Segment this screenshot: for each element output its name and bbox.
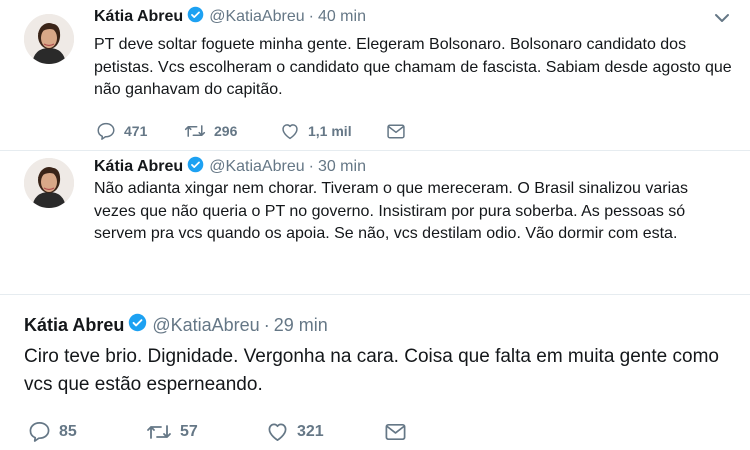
avatar[interactable] [24,158,74,208]
avatar-photo [24,14,74,64]
like-count: 321 [297,422,324,440]
separator-dot: · [308,158,314,175]
tweet-1[interactable]: Kátia Abreu @KatiaAbreu · 40 min PT deve… [0,0,750,150]
retweet-button[interactable]: 296 [184,122,280,140]
like-button[interactable]: 1,1 mil [280,122,386,140]
reply-count: 471 [124,123,148,139]
retweet-count: 57 [180,422,198,440]
reply-button[interactable]: 471 [96,122,184,140]
verified-badge-icon [187,6,204,28]
tweet-text: PT deve soltar foguete minha gente. Eleg… [94,36,732,99]
retweet-icon [147,424,171,439]
like-icon [282,124,298,140]
dm-envelope-icon [387,124,405,138]
author-name[interactable]: Kátia Abreu [24,315,124,336]
dm-button[interactable] [384,422,407,442]
reply-icon [97,122,115,140]
author-name[interactable]: Kátia Abreu [94,8,183,26]
retweet-button[interactable]: 57 [146,422,266,442]
avatar[interactable] [24,14,74,64]
tweet-text: Ciro teve brio. Dignidade. Vergonha na c… [24,346,719,395]
tweet-3[interactable]: Kátia Abreu @KatiaAbreu · 29 min Ciro te… [0,295,750,450]
tweet-actions: 85 57 321 [28,421,407,442]
author-name[interactable]: Kátia Abreu [94,158,183,176]
like-icon [268,423,287,441]
like-button[interactable]: 321 [266,421,384,442]
reply-icon [29,422,50,442]
avatar-photo [24,158,74,208]
verified-badge-icon [187,156,204,178]
dm-envelope-icon [385,423,406,440]
author-handle[interactable]: @KatiaAbreu [152,315,259,336]
retweet-count: 296 [214,123,238,139]
timestamp[interactable]: 29 min [274,315,328,336]
timestamp[interactable]: 30 min [318,158,366,176]
verified-badge-icon [128,313,147,337]
tweet-text: Não adianta xingar nem chorar. Tiveram o… [94,180,689,243]
tweet-2[interactable]: Kátia Abreu @KatiaAbreu · 30 min Não adi… [0,151,750,288]
reply-button[interactable]: 85 [28,421,146,442]
chevron-down-icon[interactable] [714,11,730,29]
author-handle[interactable]: @KatiaAbreu [209,8,304,26]
reply-count: 85 [59,422,77,440]
like-count: 1,1 mil [308,123,352,139]
author-handle[interactable]: @KatiaAbreu [209,158,304,176]
dm-button[interactable] [386,123,406,140]
separator-dot: · [263,314,270,335]
retweet-icon [184,125,206,137]
timestamp[interactable]: 40 min [318,8,366,26]
tweet-actions: 471 296 1,1 mil [96,122,406,140]
separator-dot: · [308,8,314,25]
